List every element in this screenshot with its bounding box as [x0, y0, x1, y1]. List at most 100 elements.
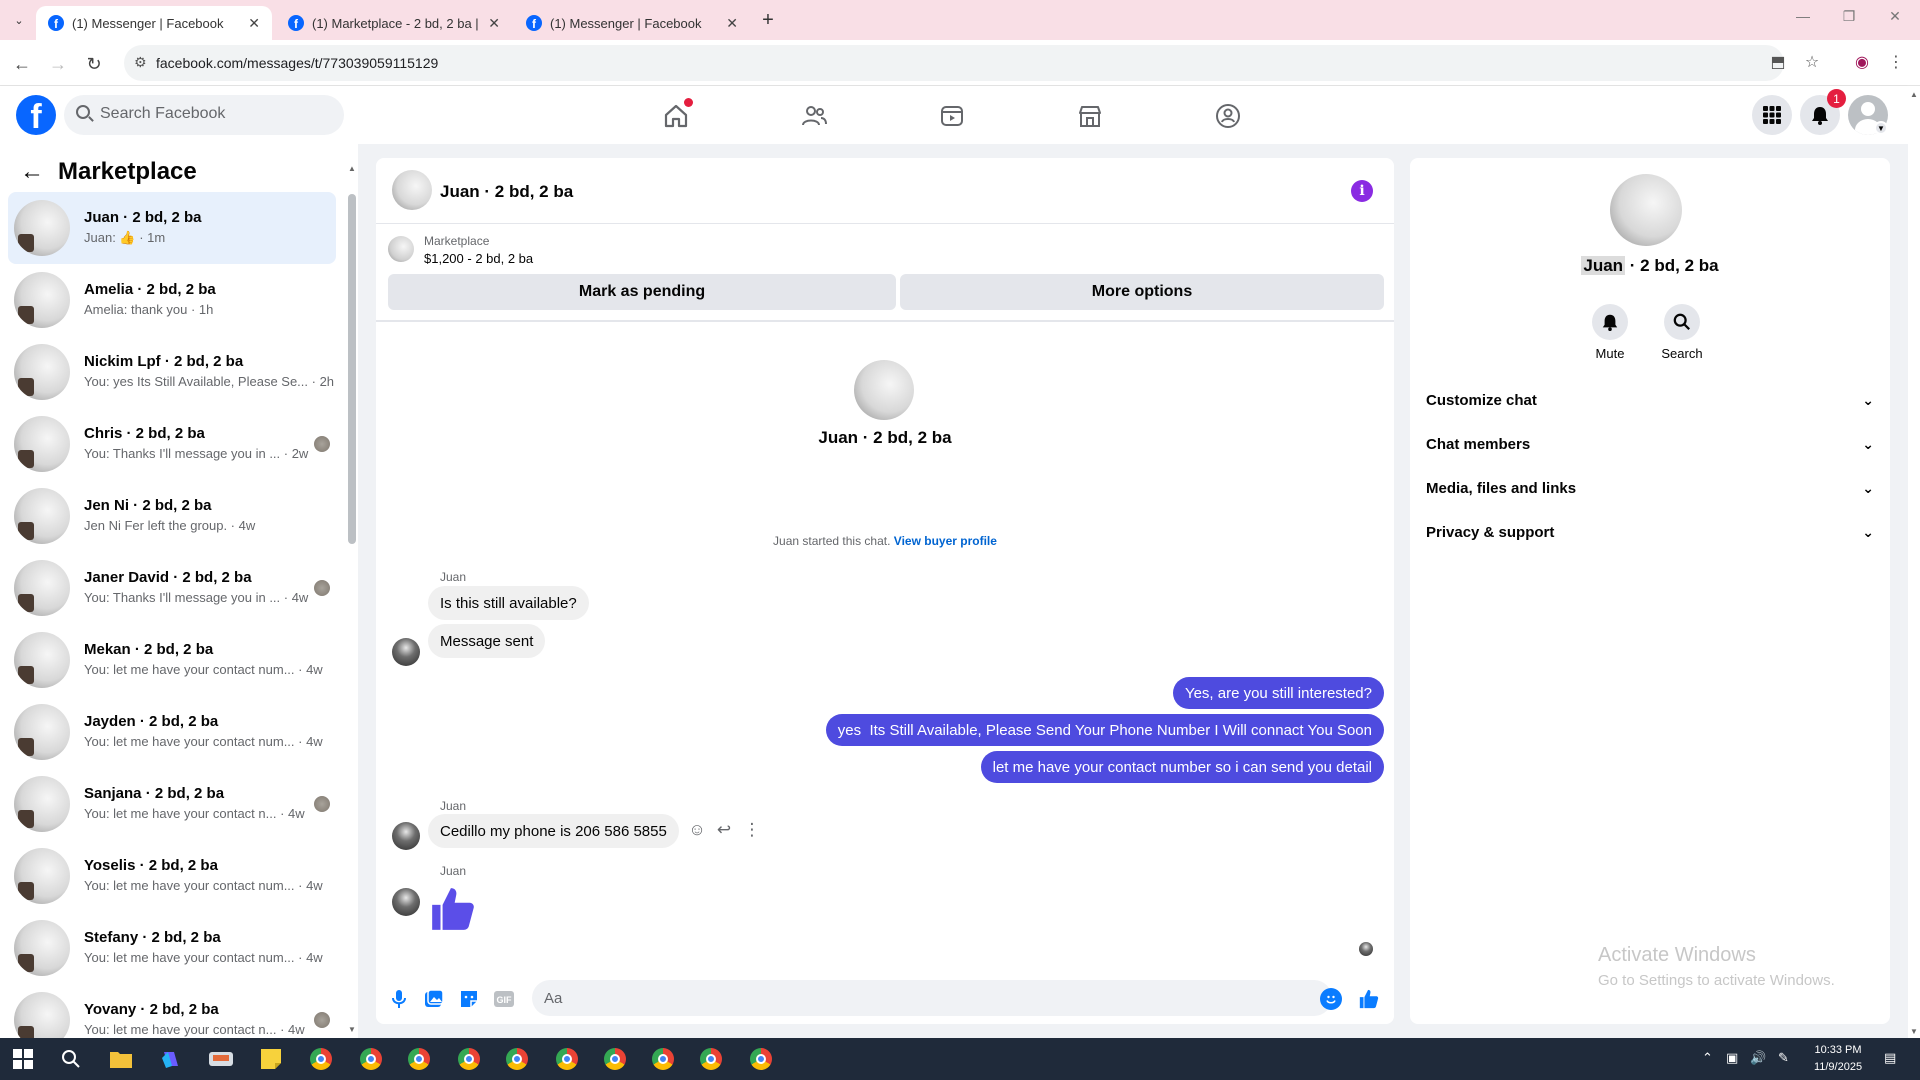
back-arrow-icon[interactable]: ← — [20, 158, 44, 186]
outgoing-message[interactable]: yes Its Still Available, Please Send You… — [825, 714, 1384, 746]
restore-window-button[interactable]: ❐ — [1834, 8, 1864, 25]
sticky-notes-icon[interactable] — [256, 1044, 286, 1074]
react-emoji-icon[interactable]: ☺ — [686, 820, 708, 840]
browser-tab-messenger[interactable]: f (1) Messenger | Facebook ✕ — [36, 6, 272, 40]
file-explorer-icon[interactable] — [106, 1044, 136, 1074]
sender-avatar[interactable] — [392, 822, 420, 850]
scrollbar-thumb[interactable] — [348, 194, 356, 544]
scroll-up-icon[interactable]: ▲ — [1910, 90, 1918, 99]
scroll-down-icon[interactable]: ▼ — [348, 1025, 356, 1034]
listing-thumbnail[interactable] — [388, 236, 414, 262]
menu-grid-button[interactable] — [1752, 95, 1792, 135]
outgoing-message[interactable]: let me have your contact number so i can… — [980, 751, 1384, 783]
minimize-window-button[interactable]: — — [1788, 8, 1818, 24]
facebook-logo-icon[interactable]: f — [16, 95, 56, 135]
sender-avatar[interactable] — [392, 638, 420, 666]
media-files-links-section[interactable]: Media, files and links ⌄ — [1426, 470, 1874, 506]
incoming-message[interactable]: Message sent — [428, 624, 546, 658]
browser-tab-messenger-2[interactable]: f (1) Messenger | Facebook ✕ — [514, 6, 750, 40]
thumbs-up-sticker[interactable] — [428, 884, 478, 939]
site-info-icon[interactable]: ⚙ — [134, 54, 147, 71]
mark-as-pending-button[interactable]: Mark as pending — [388, 274, 896, 310]
conversation-item[interactable]: Nickim Lpf · 2 bd, 2 ba You: yes Its Stil… — [8, 336, 336, 408]
chat-avatar[interactable] — [392, 170, 432, 210]
sticker-icon[interactable] — [458, 988, 480, 1010]
new-tab-button[interactable]: + — [756, 8, 780, 32]
mute-action[interactable]: Mute — [1580, 304, 1640, 361]
chrome-taskbar-icon[interactable] — [696, 1044, 726, 1074]
conversation-item[interactable]: Sanjana · 2 bd, 2 ba You: let me have you… — [8, 768, 336, 840]
close-window-button[interactable]: ✕ — [1880, 8, 1910, 25]
forward-arrow-icon[interactable]: → — [46, 52, 70, 76]
listing-price[interactable]: $1,200 - 2 bd, 2 ba — [424, 251, 533, 266]
view-buyer-profile-link[interactable]: View buyer profile — [894, 534, 997, 548]
notification-center-icon[interactable]: ▤ — [1884, 1050, 1896, 1066]
chrome-taskbar-icon[interactable] — [356, 1044, 386, 1074]
tray-expand-icon[interactable]: ⌃ — [1702, 1050, 1713, 1066]
home-nav-button[interactable] — [620, 96, 732, 136]
close-tab-icon[interactable]: ✕ — [488, 15, 500, 32]
chrome-taskbar-icon[interactable] — [746, 1044, 776, 1074]
marketplace-nav-button[interactable] — [1034, 96, 1146, 136]
facebook-search[interactable] — [64, 95, 344, 135]
conversation-item[interactable]: Jayden · 2 bd, 2 ba You: let me have your… — [8, 696, 336, 768]
taskbar-app-icon[interactable] — [206, 1044, 236, 1074]
install-app-icon[interactable]: ⬒ — [1766, 52, 1790, 72]
back-arrow-icon[interactable]: ← — [10, 52, 34, 76]
search-action[interactable]: Search — [1652, 304, 1712, 361]
customize-chat-section[interactable]: Customize chat ⌄ — [1426, 382, 1874, 418]
chrome-taskbar-icon[interactable] — [306, 1044, 336, 1074]
reply-icon[interactable]: ↩ — [713, 820, 735, 840]
conversation-item[interactable]: Mekan · 2 bd, 2 ba You: let me have your … — [8, 624, 336, 696]
outgoing-message[interactable]: Yes, are you still interested? — [1172, 677, 1384, 709]
copilot-icon[interactable] — [156, 1044, 186, 1074]
network-icon[interactable]: ▣ — [1726, 1050, 1738, 1066]
microphone-icon[interactable] — [388, 988, 410, 1010]
bookmark-star-icon[interactable]: ☆ — [1800, 52, 1824, 72]
search-input[interactable] — [100, 105, 330, 123]
gaming-nav-button[interactable] — [1172, 96, 1284, 136]
chrome-taskbar-icon[interactable] — [600, 1044, 630, 1074]
gif-icon[interactable]: GIF — [493, 988, 515, 1010]
url-field[interactable]: ⚙ facebook.com/messages/t/77303905911512… — [124, 45, 1784, 81]
info-avatar[interactable] — [1610, 174, 1682, 246]
chrome-taskbar-icon[interactable] — [648, 1044, 678, 1074]
browser-tab-marketplace[interactable]: f (1) Marketplace - 2 bd, 2 ba | Fa ✕ — [276, 6, 512, 40]
profile-icon[interactable]: ◉ — [1850, 52, 1874, 72]
message-input[interactable] — [532, 980, 1332, 1016]
friends-nav-button[interactable] — [758, 96, 870, 136]
sidebar-scrollbar[interactable]: ▲ ▼ — [348, 164, 356, 1034]
taskbar-search-icon[interactable] — [56, 1044, 86, 1074]
notifications-button[interactable]: 1 — [1800, 89, 1846, 135]
send-like-icon[interactable] — [1358, 988, 1380, 1010]
conversation-item[interactable]: Yoselis · 2 bd, 2 ba You: let me have you… — [8, 840, 336, 912]
scroll-down-icon[interactable]: ▼ — [1910, 1027, 1918, 1036]
conversation-item[interactable]: Stefany · 2 bd, 2 ba You: let me have you… — [8, 912, 336, 984]
chat-title[interactable]: Juan · 2 bd, 2 ba — [440, 182, 573, 202]
chrome-taskbar-icon[interactable] — [502, 1044, 532, 1074]
volume-icon[interactable]: 🔊 — [1750, 1050, 1766, 1066]
chat-members-section[interactable]: Chat members ⌄ — [1426, 426, 1874, 462]
emoji-icon[interactable] — [1320, 988, 1342, 1010]
privacy-support-section[interactable]: Privacy & support ⌄ — [1426, 514, 1874, 550]
photo-icon[interactable] — [423, 988, 445, 1010]
chrome-taskbar-icon[interactable] — [552, 1044, 582, 1074]
conversation-item[interactable]: Janer David · 2 bd, 2 ba You: Thanks I'll… — [8, 552, 336, 624]
windows-start-icon[interactable] — [8, 1044, 38, 1074]
page-scrollbar[interactable]: ▲ ▼ — [1908, 86, 1920, 1038]
chrome-taskbar-icon[interactable] — [454, 1044, 484, 1074]
pen-icon[interactable]: ✎ — [1778, 1050, 1789, 1066]
incoming-message[interactable]: Is this still available? — [428, 586, 589, 620]
conversation-item[interactable]: Jen Ni · 2 bd, 2 ba Jen Ni Fer left the g… — [8, 480, 336, 552]
more-actions-icon[interactable]: ⋮ — [741, 820, 763, 840]
system-clock[interactable]: 10:33 PM 11/9/2025 — [1800, 1042, 1876, 1076]
close-tab-icon[interactable]: ✕ — [726, 15, 738, 32]
browser-menu-icon[interactable]: ⋮ — [1884, 52, 1908, 72]
incoming-message[interactable]: Cedillo my phone is 206 586 5855 — [428, 814, 679, 848]
conversation-item[interactable]: Chris · 2 bd, 2 ba You: Thanks I'll messa… — [8, 408, 336, 480]
conversation-item[interactable]: Amelia · 2 bd, 2 ba Amelia: thank you · 1… — [8, 264, 336, 336]
account-caret-icon[interactable]: ▼ — [1874, 121, 1888, 135]
scroll-up-icon[interactable]: ▲ — [348, 164, 356, 173]
info-icon[interactable]: i — [1351, 180, 1373, 202]
intro-avatar[interactable] — [854, 360, 914, 420]
